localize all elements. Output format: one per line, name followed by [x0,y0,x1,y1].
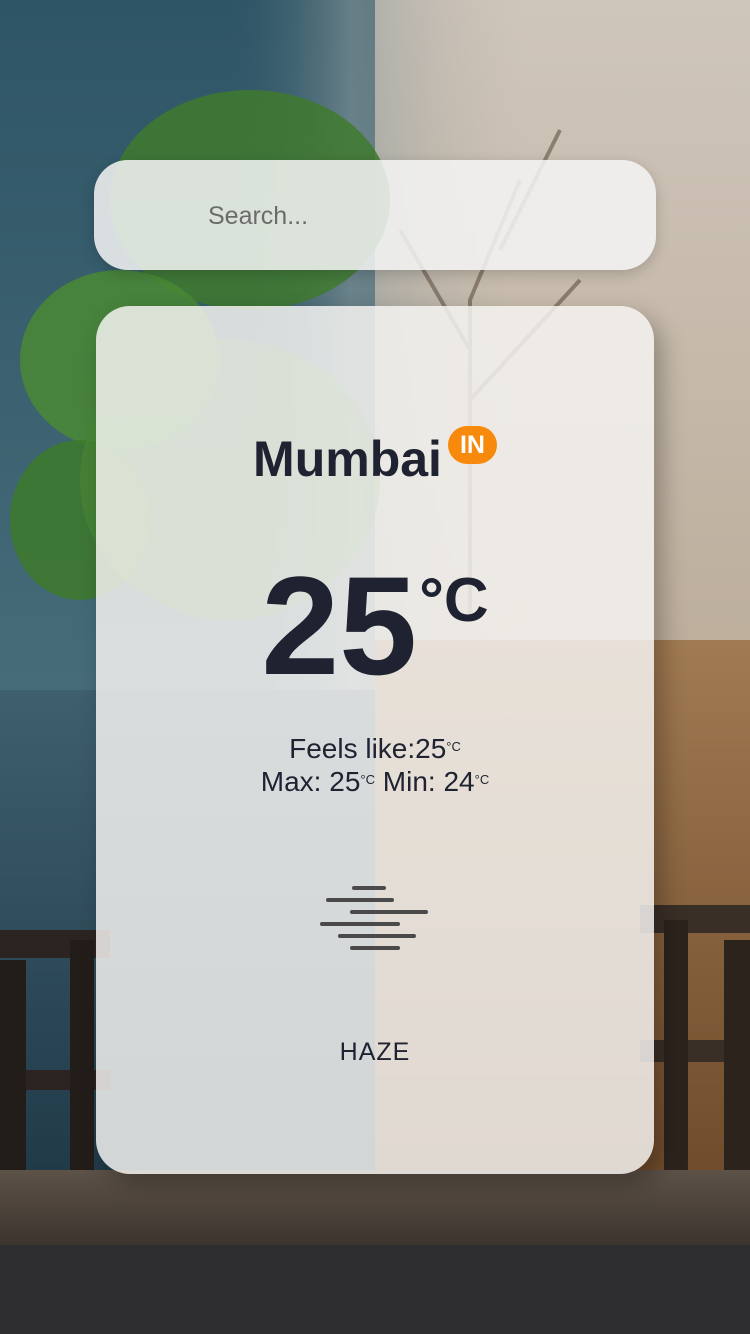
temperature-value: 25 [261,547,418,704]
feels-like-label: Feels like: [289,733,416,764]
max-value: 25 [329,766,361,797]
location-row: Mumbai IN [96,426,654,488]
max-unit: °C [360,772,375,787]
min-value: 24 [443,766,475,797]
haze-icon [320,884,430,954]
min-label: Min: [382,766,436,797]
feels-like-unit: °C [446,739,461,754]
weather-card: Mumbai IN 25°C Feels like:25°C Max: 25°C … [96,306,654,1174]
search-bar [94,160,656,270]
weather-condition: HAZE [339,1038,411,1066]
feels-like-value: 25 [415,733,447,764]
feels-like-line: Feels like:25°C [96,732,654,765]
min-unit: °C [474,772,490,787]
country-badge: IN [447,426,497,464]
search-input[interactable] [206,188,630,244]
city-name: Mumbai [253,431,442,487]
max-label: Max: [260,766,322,797]
current-temperature: 25°C [96,556,654,696]
temperature-unit: °C [419,566,489,635]
min-max-line: Max: 25°C Min: 24°C [96,765,654,798]
temperature-details: Feels like:25°C Max: 25°C Min: 24°C [96,732,654,798]
